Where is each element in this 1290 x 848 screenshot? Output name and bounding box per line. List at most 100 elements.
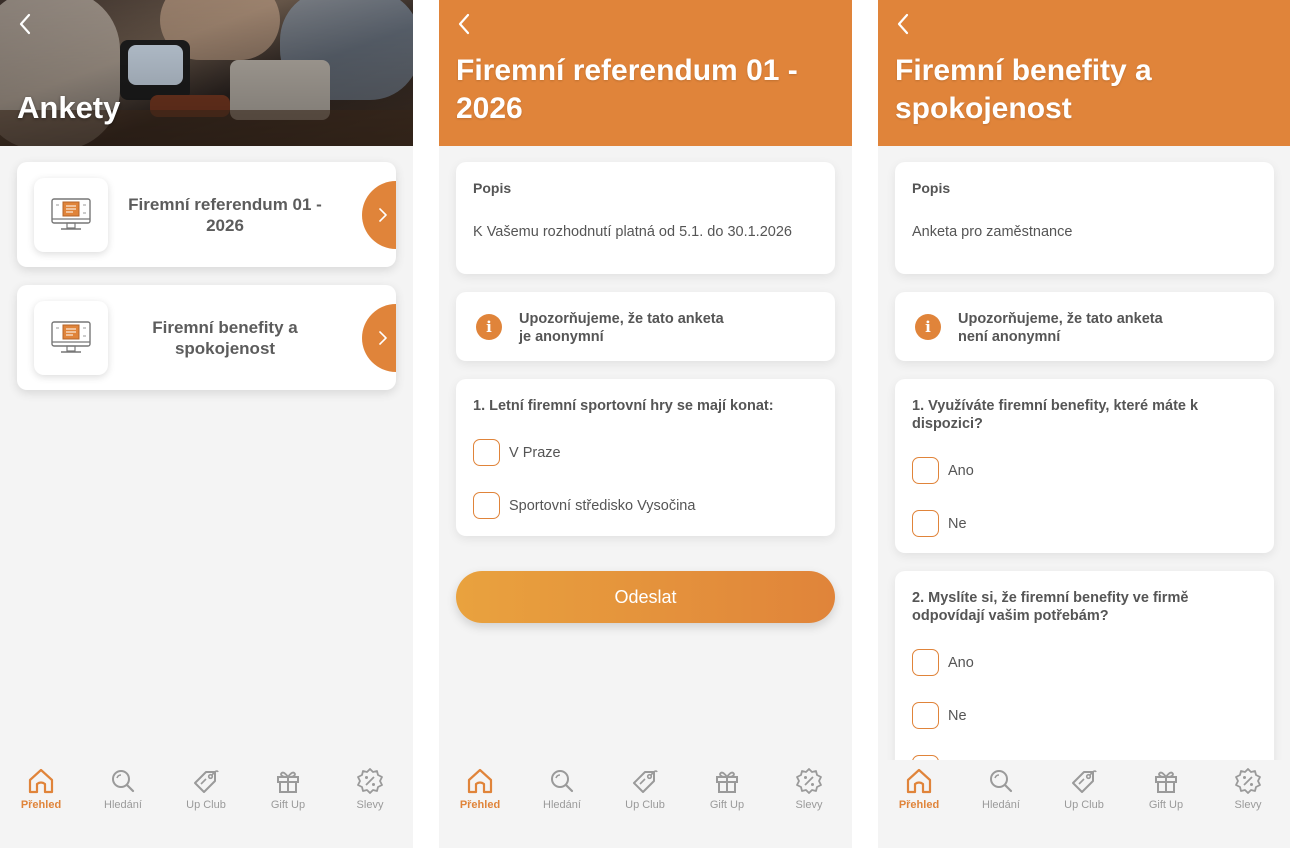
tab-prehled[interactable]: Přehled xyxy=(878,766,960,816)
discount-icon xyxy=(357,768,383,794)
tab-label: Slevy xyxy=(356,799,384,811)
tab-label: Gift Up xyxy=(709,799,745,811)
tab-label: Up Club xyxy=(1064,799,1104,811)
answer-option[interactable]: Ne xyxy=(912,510,967,537)
question-text: 1. Letní firemní sportovní hry se mají k… xyxy=(473,398,774,414)
anonymity-notice: i Upozorňujeme, že tato anketa je anonym… xyxy=(456,292,835,361)
tab-label: Přehled xyxy=(898,799,940,811)
option-label: Ano xyxy=(948,654,974,671)
tab-hledani[interactable]: Hledání xyxy=(82,766,164,816)
tag-icon xyxy=(633,770,658,793)
bottom-tab-bar: Přehled Hledání Up Club Gift Up Slevy xyxy=(439,760,852,848)
tab-prehled[interactable]: Přehled xyxy=(0,766,82,816)
search-icon xyxy=(551,770,574,793)
checkbox[interactable] xyxy=(912,649,939,676)
tab-up-club[interactable]: Up Club xyxy=(1043,766,1125,816)
discount-icon xyxy=(1235,768,1261,794)
tab-label: Gift Up xyxy=(1148,799,1184,811)
discount-icon xyxy=(796,768,822,794)
tab-slevy[interactable]: Slevy xyxy=(329,766,411,816)
tab-label: Přehled xyxy=(20,799,62,811)
search-icon xyxy=(990,770,1013,793)
computer-icon xyxy=(34,178,108,252)
tab-label: Gift Up xyxy=(270,799,306,811)
description-label: Popis xyxy=(473,180,512,196)
tab-gift-up[interactable]: Gift Up xyxy=(686,766,768,816)
option-label: Ne xyxy=(948,707,967,724)
survey-card[interactable]: Firemní referendum 01 - 2026 xyxy=(17,162,396,267)
question-card: 2. Myslíte si, že firemní benefity ve fi… xyxy=(895,571,1274,791)
info-icon: i xyxy=(476,314,502,340)
question-card: 1. Využíváte firemní benefity, které mát… xyxy=(895,379,1274,553)
tab-label: Hledání xyxy=(104,799,142,811)
home-icon xyxy=(467,768,493,794)
description-card: Popis Anketa pro zaměstnance xyxy=(895,162,1274,274)
tab-hledani[interactable]: Hledání xyxy=(960,766,1042,816)
submit-button[interactable]: Odeslat xyxy=(456,571,835,623)
gift-icon xyxy=(1155,771,1177,793)
tab-up-club[interactable]: Up Club xyxy=(604,766,686,816)
chevron-right-icon xyxy=(379,208,387,222)
tab-label: Up Club xyxy=(186,799,226,811)
gift-icon xyxy=(277,771,299,793)
tab-hledani[interactable]: Hledání xyxy=(521,766,603,816)
open-survey-button[interactable] xyxy=(362,181,396,249)
option-label: V Praze xyxy=(509,444,561,461)
checkbox[interactable] xyxy=(912,510,939,537)
search-icon xyxy=(112,770,135,793)
surveys-list-screen: Ankety Firemní referendum 01 - 2026 Fire… xyxy=(0,0,413,848)
tab-label: Up Club xyxy=(625,799,665,811)
chevron-left-icon xyxy=(458,13,470,35)
survey-title: Firemní referendum 01 - 2026 xyxy=(128,194,322,235)
gift-icon xyxy=(716,771,738,793)
back-button[interactable] xyxy=(896,12,924,40)
option-label: Sportovní středisko Vysočina xyxy=(509,497,696,514)
answer-option[interactable]: Ne xyxy=(912,702,967,729)
checkbox[interactable] xyxy=(912,702,939,729)
bottom-tab-bar: Přehled Hledání Up Club Gift Up Slevy xyxy=(0,760,413,848)
answer-option[interactable]: Ano xyxy=(912,457,974,484)
notice-line: Upozorňujeme, že tato anketa xyxy=(958,311,1163,327)
tab-slevy[interactable]: Slevy xyxy=(1207,766,1289,816)
home-icon xyxy=(28,768,54,794)
answer-option[interactable]: V Praze xyxy=(473,439,561,466)
notice-text: Upozorňujeme, že tato anketa je anonymní xyxy=(519,310,724,346)
tab-slevy[interactable]: Slevy xyxy=(768,766,850,816)
tab-label: Přehled xyxy=(459,799,501,811)
description-text: K Vašemu rozhodnutí platná od 5.1. do 30… xyxy=(473,224,792,240)
chevron-right-icon xyxy=(379,331,387,345)
checkbox[interactable] xyxy=(912,457,939,484)
chevron-left-icon xyxy=(897,13,909,35)
checkbox[interactable] xyxy=(473,492,500,519)
back-button[interactable] xyxy=(18,12,46,40)
option-label: Ne xyxy=(948,515,967,532)
tab-label: Slevy xyxy=(1234,799,1262,811)
question-text: 1. Využíváte firemní benefity, které mát… xyxy=(912,398,1199,432)
description-card: Popis K Vašemu rozhodnutí platná od 5.1.… xyxy=(456,162,835,274)
chevron-left-icon xyxy=(19,13,31,35)
tag-icon xyxy=(194,770,219,793)
page-title: Firemní referendum 01 - 2026 xyxy=(456,54,798,125)
open-survey-button[interactable] xyxy=(362,304,396,372)
tab-gift-up[interactable]: Gift Up xyxy=(247,766,329,816)
home-icon xyxy=(906,768,932,794)
tab-up-club[interactable]: Up Club xyxy=(165,766,247,816)
info-icon: i xyxy=(915,314,941,340)
back-button[interactable] xyxy=(457,12,485,40)
page-title: Ankety xyxy=(17,90,121,125)
bottom-tab-bar: Přehled Hledání Up Club Gift Up Slevy xyxy=(878,760,1290,848)
description-text: Anketa pro zaměstnance xyxy=(912,224,1073,240)
option-label: Ano xyxy=(948,462,974,479)
description-label: Popis xyxy=(912,180,951,196)
answer-option[interactable]: Ano xyxy=(912,649,974,676)
question-card: 1. Letní firemní sportovní hry se mají k… xyxy=(456,379,835,536)
tag-icon xyxy=(1072,770,1097,793)
tab-gift-up[interactable]: Gift Up xyxy=(1125,766,1207,816)
tab-label: Hledání xyxy=(543,799,581,811)
computer-icon xyxy=(34,301,108,375)
checkbox[interactable] xyxy=(473,439,500,466)
survey-card[interactable]: Firemní benefity a spokojenost xyxy=(17,285,396,390)
notice-line: Upozorňujeme, že tato anketa xyxy=(519,311,724,327)
answer-option[interactable]: Sportovní středisko Vysočina xyxy=(473,492,695,519)
tab-prehled[interactable]: Přehled xyxy=(439,766,521,816)
